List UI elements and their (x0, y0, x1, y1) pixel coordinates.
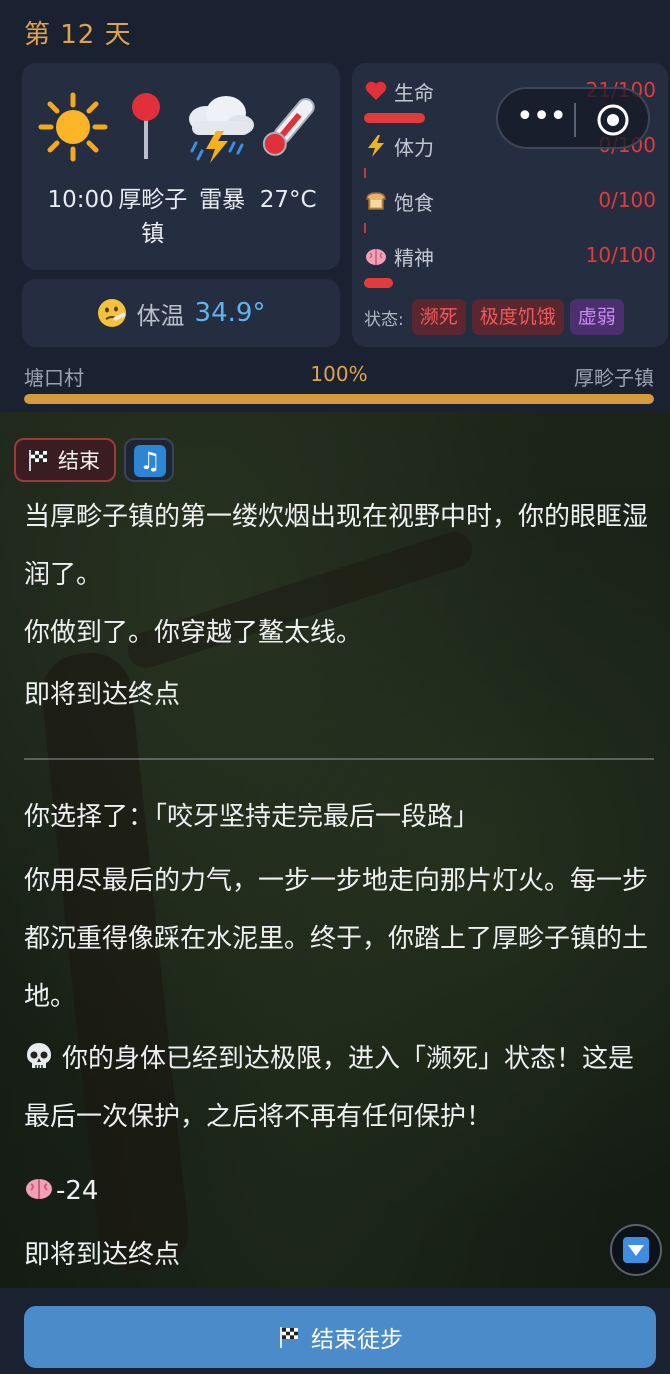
stat-satiety-value: 0/100 (598, 188, 656, 212)
target-icon[interactable] (596, 103, 630, 137)
scroll-down-button[interactable] (610, 1224, 662, 1276)
story-panel[interactable]: 结束 ♫ 当厚畛子镇的第一缕炊烟出现在视野中时，你的眼眶湿润了。 你做到了。你穿… (0, 412, 670, 1288)
day-title: 第 12 天 (24, 20, 132, 50)
weather-condition: 雷暴 (199, 187, 246, 213)
status-badge-dying: 濒死 (411, 299, 466, 335)
bread-icon (366, 192, 386, 210)
body-temp-value: 34.9° (194, 298, 266, 328)
thermometer-icon (262, 98, 315, 156)
capsule-divider (574, 103, 576, 137)
status-label: 状态: (364, 309, 404, 330)
stat-satiety-bar (364, 223, 656, 233)
stat-mental-value: 10/100 (585, 243, 656, 267)
status-badge-weak: 虚弱 (569, 299, 624, 335)
status-header: 第 12 天 10:00 厚畛子镇 雷暴 27°C 体温 34.9° 生命 体力… (0, 0, 670, 412)
story-paragraph: 即将到达终点 (24, 680, 181, 710)
weather-temperature: 27°C (259, 187, 317, 213)
location-pin-icon (132, 93, 160, 159)
journey-progress-labels: 塘口村 100% 厚畛子镇 (24, 362, 654, 390)
sick-face-icon (97, 299, 126, 327)
dying-warning-text: 你的身体已经到达极限，进入「濒死」状态！这是最后一次保护，之后将不再有任何保护！ (24, 1044, 635, 1132)
story-paragraph: 当厚畛子镇的第一缕炊烟出现在视野中时，你的眼眶湿润了。 (24, 502, 649, 590)
end-tag-label: 结束 (58, 449, 100, 473)
journey-progress-fill (24, 394, 654, 404)
weather-time: 10:00 (47, 187, 114, 213)
stat-stamina-bar (364, 168, 656, 178)
stat-mental: 精神 10/100 (364, 242, 656, 272)
journey-end: 厚畛子镇 (574, 366, 654, 390)
sun-icon (38, 92, 108, 162)
stat-satiety-name: 饱食 (394, 191, 434, 215)
brain-icon (26, 1179, 52, 1199)
stat-mental-bar (364, 278, 656, 288)
status-badge-starving: 极度饥饿 (471, 299, 564, 335)
stat-mental-name: 精神 (394, 246, 434, 270)
weather-info: 10:00 厚畛子镇 雷暴 27°C (34, 183, 330, 251)
story-divider (24, 758, 654, 760)
checkered-flag-icon (280, 1327, 298, 1348)
thunderstorm-icon (189, 96, 254, 163)
music-toggle-button[interactable]: ♫ (124, 438, 174, 482)
choice-text: 你选择了：「咬牙坚持走完最后一段路」 (24, 802, 480, 832)
journey-progress-bar (24, 394, 654, 404)
stat-satiety: 饱食 0/100 (364, 187, 656, 217)
story-paragraph: 你做到了。你穿越了鳌太线。 (24, 618, 363, 648)
brain-icon (366, 249, 386, 265)
body-temp-label: 体温 (136, 301, 185, 330)
skull-icon (27, 1043, 51, 1068)
footer-bar: 结束徒步 (0, 1288, 670, 1374)
lightning-icon (368, 135, 384, 157)
finish-hike-button[interactable]: 结束徒步 (24, 1306, 656, 1368)
stat-health-name: 生命 (394, 81, 434, 105)
end-tag: 结束 (14, 438, 116, 482)
weather-card: 10:00 厚畛子镇 雷暴 27°C (22, 63, 340, 270)
mental-change-value: -24 (56, 1176, 99, 1206)
journey-percent: 100% (310, 362, 368, 386)
heart-icon (365, 81, 387, 100)
mental-change: -24 (24, 1162, 652, 1220)
body-temperature-card: 体温 34.9° (22, 279, 340, 347)
stat-stamina-name: 体力 (394, 136, 434, 160)
weather-location: 厚畛子镇 (118, 187, 188, 247)
story-paragraph: 你用尽最后的力气，一步一步地走向那片灯火。每一步都沉重得像踩在水泥里。终于，你踏… (24, 866, 649, 1012)
status-effects: 状态: 濒死 极度饥饿 虚弱 (364, 298, 660, 336)
checkered-flag-icon (29, 450, 47, 471)
story-paragraph: 即将到达终点 (24, 1240, 181, 1270)
scroll-down-icon (623, 1237, 649, 1263)
more-dots-icon[interactable]: ••• (516, 102, 567, 135)
dying-warning: 你的身体已经到达极限，进入「濒死」状态！这是最后一次保护，之后将不再有任何保护！ (24, 1030, 652, 1146)
music-note-icon: ♫ (134, 445, 166, 477)
miniprogram-capsule: ••• (496, 87, 650, 149)
finish-hike-label: 结束徒步 (311, 1327, 403, 1353)
